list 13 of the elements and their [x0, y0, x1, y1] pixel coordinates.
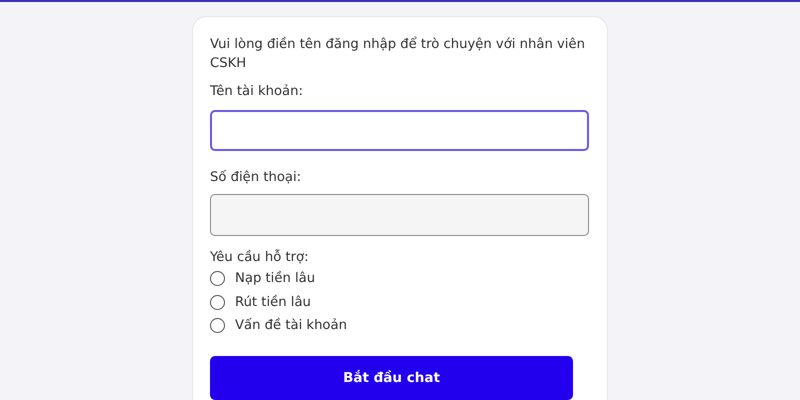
option-label: Nạp tiền lâu [235, 271, 316, 286]
input-field[interactable] [210, 194, 589, 236]
field-label: Số điện thoại: [210, 169, 302, 188]
option-label: Rút tiền lâu [235, 294, 311, 310]
option-label: Vấn đề tài khoản [235, 318, 347, 334]
input-field[interactable] [210, 110, 589, 152]
start-chat-button[interactable]: Bắt đầu chat [210, 356, 573, 400]
radio-button[interactable] [210, 271, 225, 286]
field-label: Tên tài khoản: [210, 83, 304, 101]
radio-button[interactable] [210, 294, 225, 310]
support-label: Yêu cầu hỗ trợ: [210, 248, 310, 267]
intro-text: Vui lòng điền tên đăng nhập để trò chuyện với nhân viên CSKH [210, 36, 586, 73]
radio-button[interactable] [210, 318, 225, 334]
